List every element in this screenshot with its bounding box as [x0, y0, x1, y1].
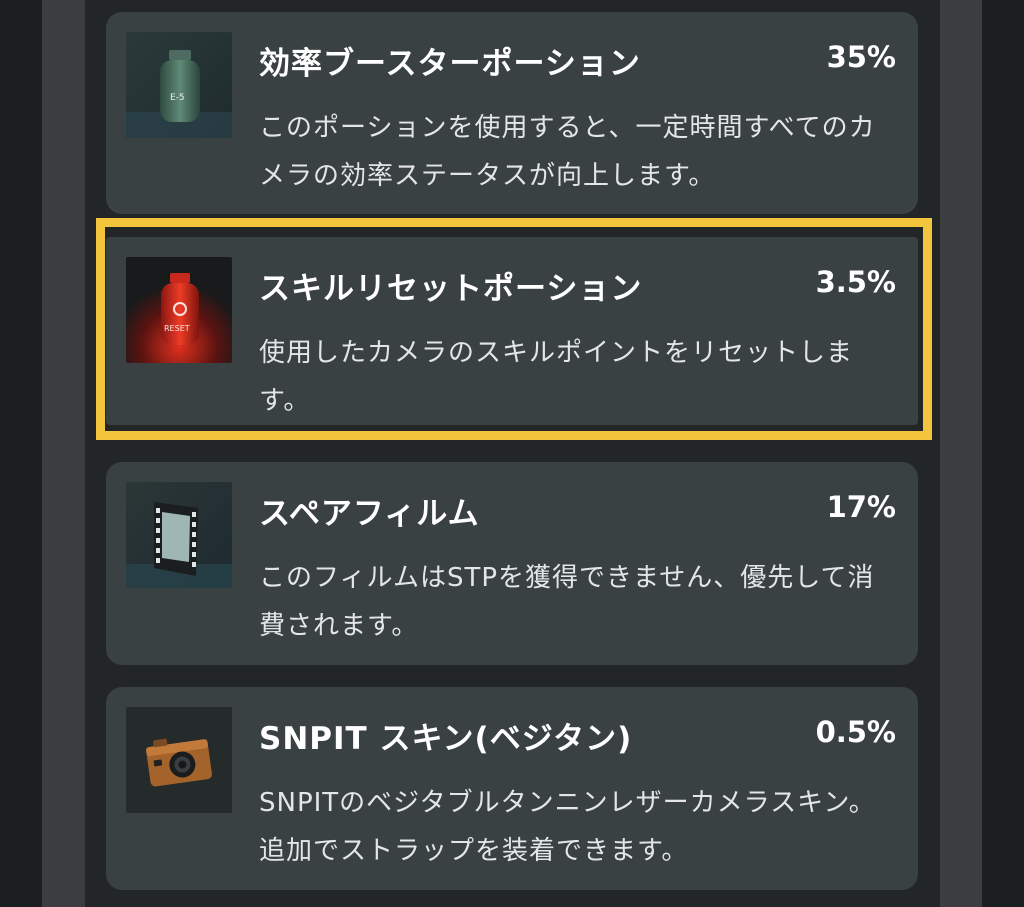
- item-description: SNPITのベジタブルタンニンレザーカメラスキン。追加でストラップを装着できます…: [259, 788, 876, 866]
- item-card-snpit-skin[interactable]: SNPIT スキン(ベジタン) 0.5% SNPITのベジタブルタンニンレザーカ…: [106, 687, 918, 890]
- item-card-efficiency-booster[interactable]: E-5 効率ブースターポーション 35% このポーションを使用すると、一定時間す…: [106, 12, 918, 214]
- drop-rate: 35%: [826, 40, 896, 74]
- drop-rate: 3.5%: [815, 265, 896, 299]
- item-card-skill-reset[interactable]: RESET スキルリセットポーション 3.5% 使用したカメラのスキルポイントを…: [106, 237, 918, 425]
- item-title: 効率ブースターポーション: [259, 46, 641, 82]
- item-description: このフィルムはSTPを獲得できません、優先して消費されます。: [259, 563, 875, 641]
- bottle-label: RESET: [164, 324, 190, 333]
- item-card-spare-film[interactable]: スペアフィルム 17% このフィルムはSTPを獲得できません、優先して消費されま…: [106, 462, 918, 665]
- item-description: 使用したカメラのスキルポイントをリセットします。: [259, 338, 854, 416]
- item-title: SNPIT スキン(ベジタン): [259, 721, 633, 757]
- green-potion-bottle-icon: E-5: [126, 32, 232, 138]
- drop-rate: 17%: [826, 490, 896, 524]
- item-title: スキルリセットポーション: [259, 271, 643, 307]
- item-title: スペアフィルム: [259, 496, 480, 532]
- drop-rate: 0.5%: [815, 715, 896, 749]
- film-strip-icon: [126, 482, 232, 588]
- bottle-label: E-5: [170, 93, 185, 103]
- camera-icon: [126, 707, 232, 813]
- red-potion-bottle-icon: RESET: [126, 257, 232, 363]
- item-description: このポーションを使用すると、一定時間すべてのカメラの効率ステータスが向上します。: [259, 113, 876, 191]
